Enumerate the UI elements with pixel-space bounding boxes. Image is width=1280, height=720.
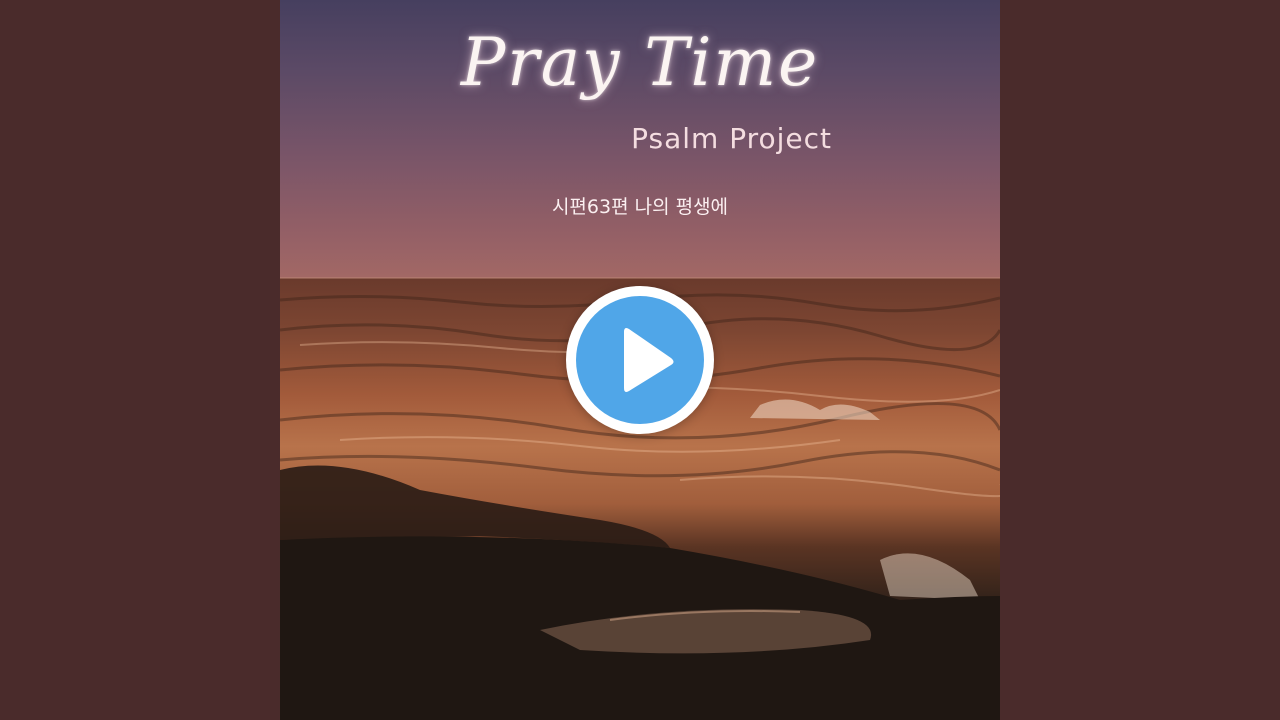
album-title: Pray Time (460, 24, 820, 101)
play-button-circle[interactable] (576, 296, 704, 424)
play-button[interactable] (566, 286, 714, 434)
song-title: 시편63편 나의 평생에 (551, 196, 729, 218)
play-icon[interactable] (576, 296, 704, 424)
video-player[interactable]: Pray Time Psalm Project 시편63편 나의 평생에 (0, 0, 1280, 720)
artist-name: Psalm Project (631, 122, 832, 155)
